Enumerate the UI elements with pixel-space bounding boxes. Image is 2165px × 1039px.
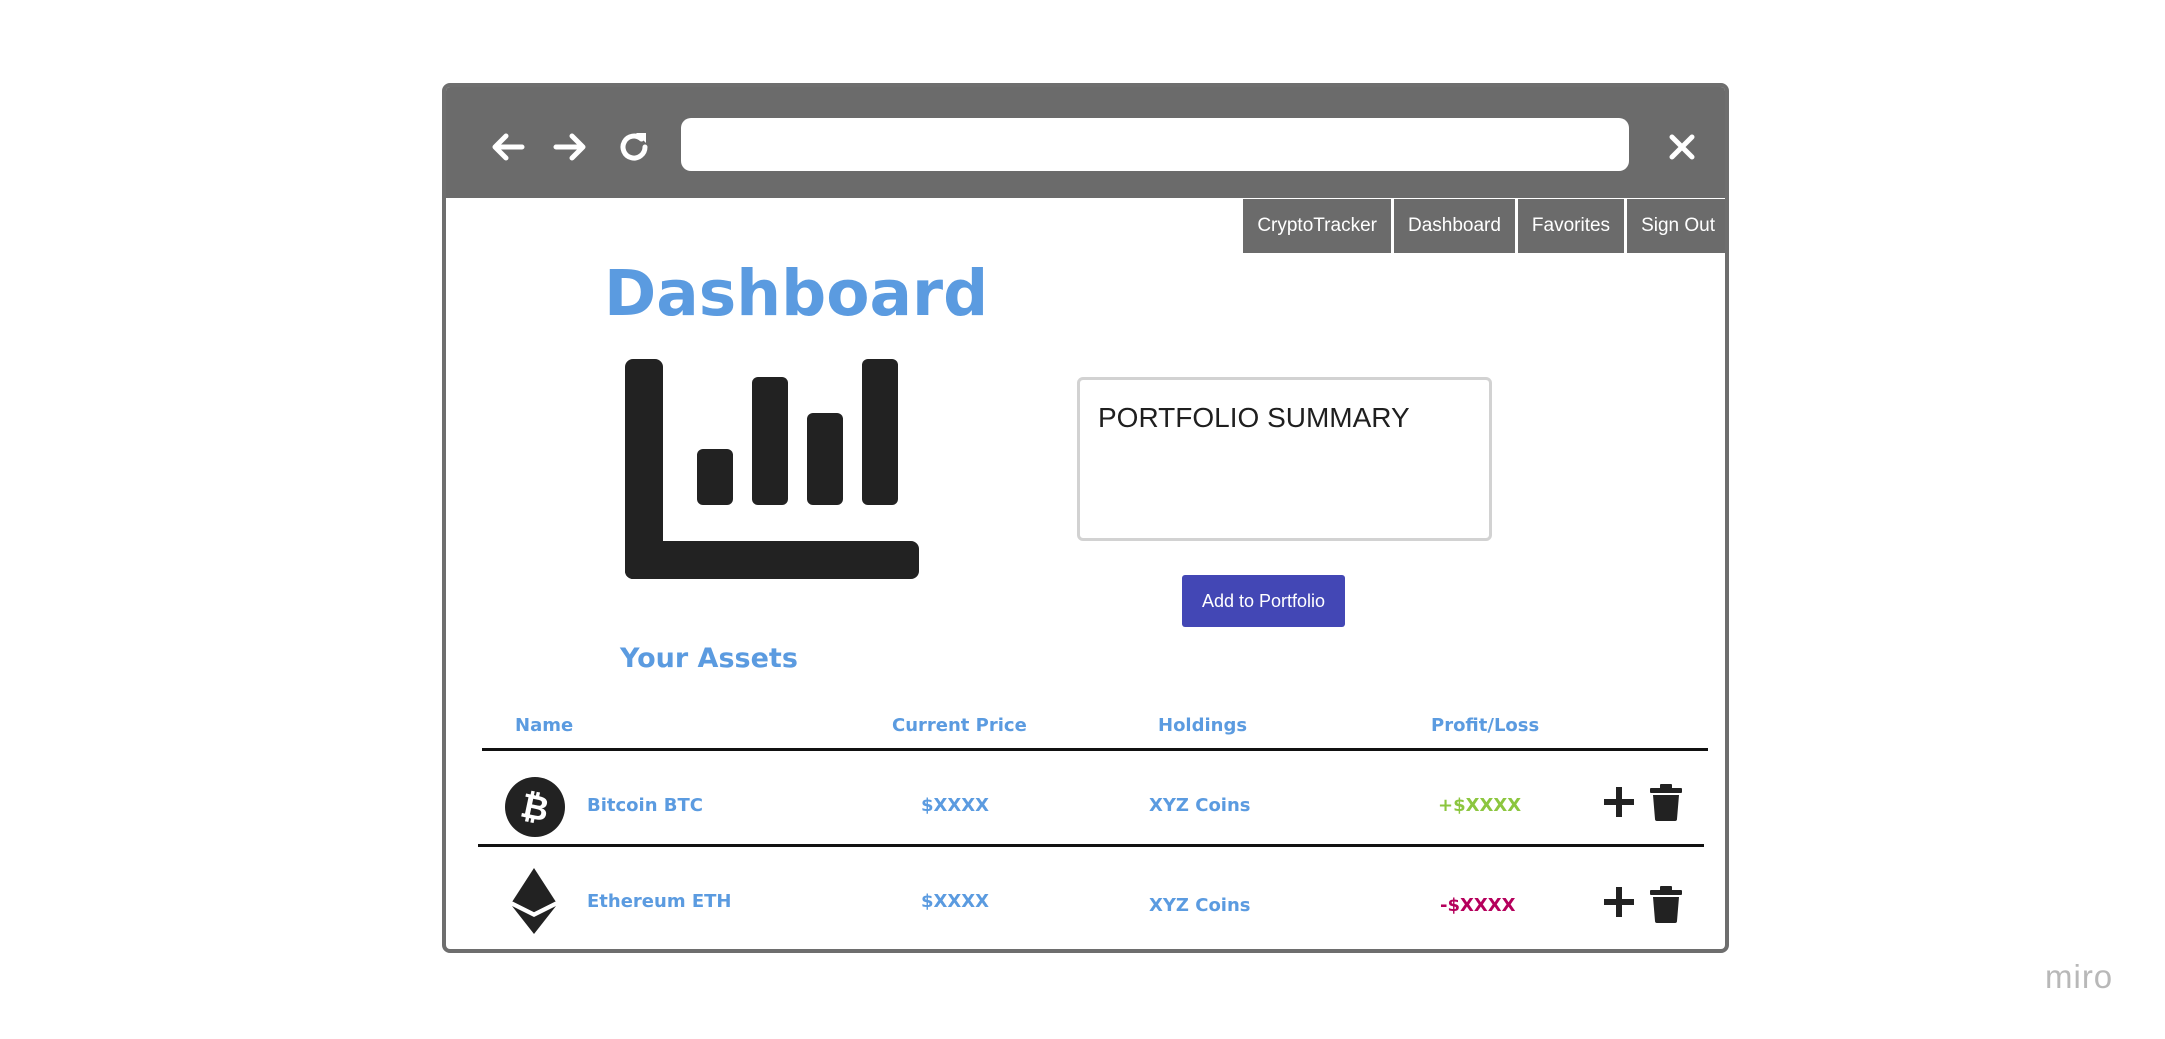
bar-chart-icon	[625, 359, 919, 579]
column-header-holdings: Holdings	[1158, 715, 1248, 736]
back-arrow-icon[interactable]	[486, 125, 530, 169]
bitcoin-icon: ₿	[505, 777, 565, 837]
plus-icon[interactable]	[1601, 883, 1637, 921]
asset-holdings: XYZ Coins	[1149, 795, 1251, 816]
asset-holdings: XYZ Coins	[1149, 895, 1251, 916]
portfolio-summary-label: PORTFOLIO SUMMARY	[1098, 402, 1410, 433]
asset-profit: -$XXXX	[1440, 895, 1516, 916]
column-header-profit: Profit/Loss	[1431, 715, 1540, 736]
page-title: Dashboard	[604, 257, 989, 330]
nav-sign-out[interactable]: Sign Out	[1627, 199, 1725, 253]
browser-window: CryptoTracker Dashboard Favorites Sign O…	[442, 83, 1729, 953]
asset-name: Bitcoin BTC	[587, 795, 703, 816]
column-header-price: Current Price	[892, 715, 1027, 736]
forward-arrow-icon[interactable]	[548, 125, 592, 169]
nav-dashboard[interactable]: Dashboard	[1393, 199, 1515, 253]
header-divider	[482, 748, 1708, 751]
assets-section-title: Your Assets	[620, 643, 798, 674]
asset-name: Ethereum ETH	[587, 891, 732, 912]
row-divider	[478, 844, 1704, 847]
portfolio-summary-box: PORTFOLIO SUMMARY	[1077, 377, 1492, 541]
asset-price: $XXXX	[921, 891, 990, 912]
browser-toolbar	[446, 87, 1725, 198]
reload-icon[interactable]	[612, 125, 656, 169]
nav-cryptotracker[interactable]: CryptoTracker	[1243, 199, 1391, 253]
nav-favorites[interactable]: Favorites	[1517, 199, 1625, 253]
close-icon[interactable]	[1660, 125, 1704, 169]
miro-watermark: miro	[2045, 958, 2114, 995]
asset-price: $XXXX	[921, 795, 990, 816]
column-header-name: Name	[515, 715, 574, 736]
add-to-portfolio-button[interactable]: Add to Portfolio	[1182, 575, 1345, 627]
ethereum-icon	[511, 868, 557, 934]
address-bar[interactable]	[681, 118, 1629, 171]
asset-profit: +$XXXX	[1438, 795, 1522, 816]
top-nav-menu: CryptoTracker Dashboard Favorites Sign O…	[1240, 199, 1725, 253]
trash-icon[interactable]	[1648, 783, 1684, 821]
plus-icon[interactable]	[1601, 783, 1637, 821]
trash-icon[interactable]	[1648, 885, 1684, 923]
